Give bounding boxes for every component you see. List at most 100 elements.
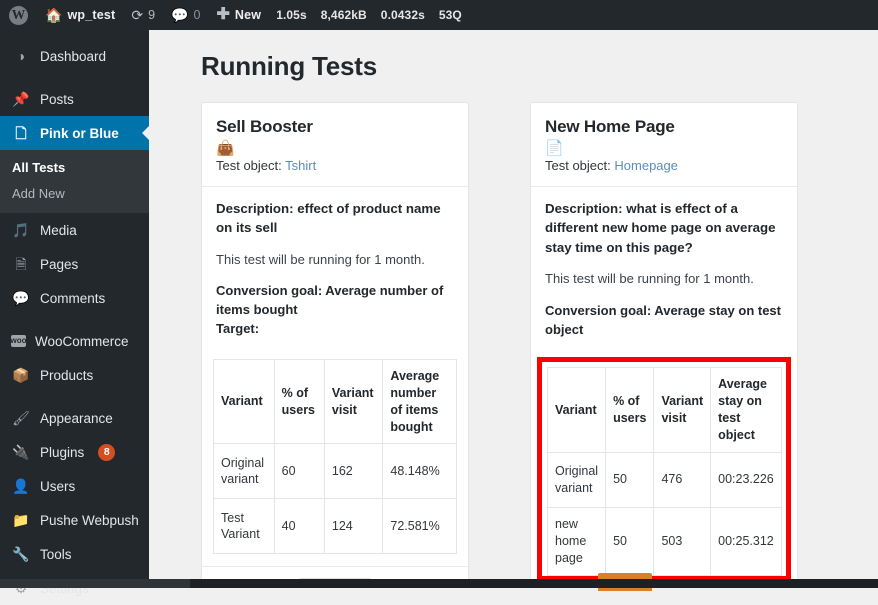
th-variant: Variant bbox=[548, 368, 606, 453]
running-tests-list: Sell Booster 👜 Test object: Tshirt Descr… bbox=[201, 102, 858, 588]
admin-sidebar-menu: ◑ Dashboard 📌 Posts 🗋 Pink or Blue All T… bbox=[0, 30, 149, 588]
wordpress-logo-icon: W bbox=[9, 6, 28, 25]
test-card-sell-booster: Sell Booster 👜 Test object: Tshirt Descr… bbox=[201, 102, 469, 588]
new-label: New bbox=[235, 8, 261, 22]
card-body: Description: effect of product name on i… bbox=[202, 187, 468, 349]
sidebar-item-media[interactable]: 🎵 Media bbox=[0, 213, 149, 247]
stat-load-time: 1.05s bbox=[269, 8, 314, 22]
cell-variant-visit: 162 bbox=[324, 444, 382, 499]
home-icon: 🏠 bbox=[45, 8, 62, 22]
cell-metric: 48.148% bbox=[383, 444, 457, 499]
sidebar-item-products[interactable]: 📦 Products bbox=[0, 358, 149, 392]
variants-table: Variant % of users Variant visit Average… bbox=[213, 359, 457, 555]
menu-spacer-1 bbox=[0, 73, 149, 82]
pages-icon: 🗎 bbox=[11, 257, 31, 271]
sidebar-item-label: Tools bbox=[40, 547, 72, 562]
cell-metric: 72.581% bbox=[383, 499, 457, 554]
card-header: Sell Booster 👜 Test object: Tshirt bbox=[202, 103, 468, 187]
cell-variant: Test Variant bbox=[214, 499, 275, 554]
table-row: new home page 50 503 00:25.312 bbox=[548, 507, 782, 575]
cell-variant-visit: 503 bbox=[654, 507, 711, 575]
woocommerce-icon: woo bbox=[11, 335, 26, 347]
user-icon: 👤 bbox=[11, 479, 31, 493]
media-icon: 🎵 bbox=[11, 223, 31, 237]
copy-icon: 🗋 bbox=[11, 126, 31, 140]
site-name-label: wp_test bbox=[67, 8, 115, 22]
admin-bar: W 🏠 wp_test ⟳ 9 💬 0 ✚ New 1.05s 8,462kB … bbox=[0, 0, 878, 30]
dashboard-icon: ◑ bbox=[11, 49, 31, 63]
bottom-bar-left-segment bbox=[0, 579, 190, 588]
sidebar-item-tools[interactable]: 🔧 Tools bbox=[0, 537, 149, 571]
sidebar-item-appearance[interactable]: 🖌 Appearance bbox=[0, 401, 149, 435]
bottom-browser-bar bbox=[0, 579, 878, 588]
test-card-new-home-page: New Home Page 📄 Test object: Homepage De… bbox=[530, 102, 798, 588]
test-object-label: Test object: bbox=[216, 158, 282, 173]
variants-table: Variant % of users Variant visit Average… bbox=[547, 367, 782, 575]
test-object-link[interactable]: Tshirt bbox=[285, 158, 316, 173]
sidebar-item-label: Media bbox=[40, 223, 77, 238]
stat-memory: 8,462kB bbox=[314, 8, 374, 22]
shopping-bag-icon: 👜 bbox=[216, 141, 454, 156]
site-name-menu[interactable]: 🏠 wp_test bbox=[37, 0, 123, 30]
sidebar-item-plugins[interactable]: 🔌 Plugins 8 bbox=[0, 435, 149, 469]
new-content-menu[interactable]: ✚ New bbox=[208, 0, 269, 30]
sidebar-item-pages[interactable]: 🗎 Pages bbox=[0, 247, 149, 281]
variants-table-wrap: Variant % of users Variant visit Average… bbox=[202, 349, 468, 555]
wordpress-logo-button[interactable]: W bbox=[0, 0, 37, 30]
variants-table-wrap-highlighted: Variant % of users Variant visit Average… bbox=[537, 357, 791, 580]
sidebar-item-label: Dashboard bbox=[40, 49, 106, 64]
plugin-icon: 🔌 bbox=[11, 445, 31, 459]
sidebar-item-pushe-webpush[interactable]: 📁 Pushe Webpush bbox=[0, 503, 149, 537]
stat-query-count: 53Q bbox=[432, 8, 469, 22]
th-metric: Average number of items bought bbox=[383, 359, 457, 444]
comment-icon: 💬 bbox=[171, 8, 188, 22]
sidebar-item-comments[interactable]: 💬 Comments bbox=[0, 281, 149, 315]
page-title: Running Tests bbox=[201, 50, 858, 84]
card-title: New Home Page bbox=[545, 116, 783, 137]
updates-icon: ⟳ bbox=[131, 8, 143, 22]
th-percent-users: % of users bbox=[606, 368, 654, 453]
card-description: Description: effect of product name on i… bbox=[216, 199, 454, 238]
th-variant-visit: Variant visit bbox=[324, 359, 382, 444]
sidebar-item-label: Products bbox=[40, 368, 93, 383]
sidebar-item-label: Pink or Blue bbox=[40, 126, 119, 141]
stat-query-time: 0.0432s bbox=[374, 8, 432, 22]
cell-percent-users: 60 bbox=[274, 444, 324, 499]
cell-percent-users: 50 bbox=[606, 452, 654, 507]
card-test-object: Test object: Homepage bbox=[545, 158, 783, 173]
th-metric: Average stay on test object bbox=[711, 368, 782, 453]
sidebar-subitem-add-new[interactable]: Add New bbox=[0, 181, 149, 207]
sidebar-item-users[interactable]: 👤 Users bbox=[0, 469, 149, 503]
cell-variant: Original variant bbox=[214, 444, 275, 499]
table-header-row: Variant % of users Variant visit Average… bbox=[214, 359, 457, 444]
sidebar-item-dashboard[interactable]: ◑ Dashboard bbox=[0, 39, 149, 73]
comments-menu[interactable]: 💬 0 bbox=[163, 0, 208, 30]
sidebar-item-posts[interactable]: 📌 Posts bbox=[0, 82, 149, 116]
table-row: Original variant 50 476 00:23.226 bbox=[548, 452, 782, 507]
test-object-link[interactable]: Homepage bbox=[614, 158, 678, 173]
card-title: Sell Booster bbox=[216, 116, 454, 137]
products-box-icon: 📦 bbox=[11, 368, 31, 382]
sidebar-item-label: WooCommerce bbox=[35, 334, 129, 349]
cell-percent-users: 50 bbox=[606, 507, 654, 575]
card-duration: This test will be running for 1 month. bbox=[216, 251, 454, 270]
main-content: Running Tests Sell Booster 👜 Test object… bbox=[149, 30, 878, 588]
sidebar-item-settings[interactable]: ⚙ Settings bbox=[0, 571, 149, 605]
sidebar-item-woocommerce[interactable]: woo WooCommerce bbox=[0, 324, 149, 358]
plugins-update-badge: 8 bbox=[98, 444, 115, 461]
card-target: Target: bbox=[216, 320, 454, 339]
menu-spacer-3 bbox=[0, 392, 149, 401]
menu-spacer-2 bbox=[0, 315, 149, 324]
wrench-icon: 🔧 bbox=[11, 547, 31, 561]
cell-variant: new home page bbox=[548, 507, 606, 575]
updates-menu[interactable]: ⟳ 9 bbox=[123, 0, 163, 30]
table-row: Test Variant 40 124 72.581% bbox=[214, 499, 457, 554]
sidebar-submenu-pink-or-blue: All Tests Add New bbox=[0, 150, 149, 213]
sidebar-item-label: Pushe Webpush bbox=[40, 513, 139, 528]
card-body: Description: what is effect of a differe… bbox=[531, 187, 797, 349]
sidebar-item-label: Appearance bbox=[40, 411, 113, 426]
cell-variant: Original variant bbox=[548, 452, 606, 507]
th-percent-users: % of users bbox=[274, 359, 324, 444]
sidebar-subitem-all-tests[interactable]: All Tests bbox=[0, 155, 149, 181]
sidebar-item-pink-or-blue[interactable]: 🗋 Pink or Blue bbox=[0, 116, 149, 150]
